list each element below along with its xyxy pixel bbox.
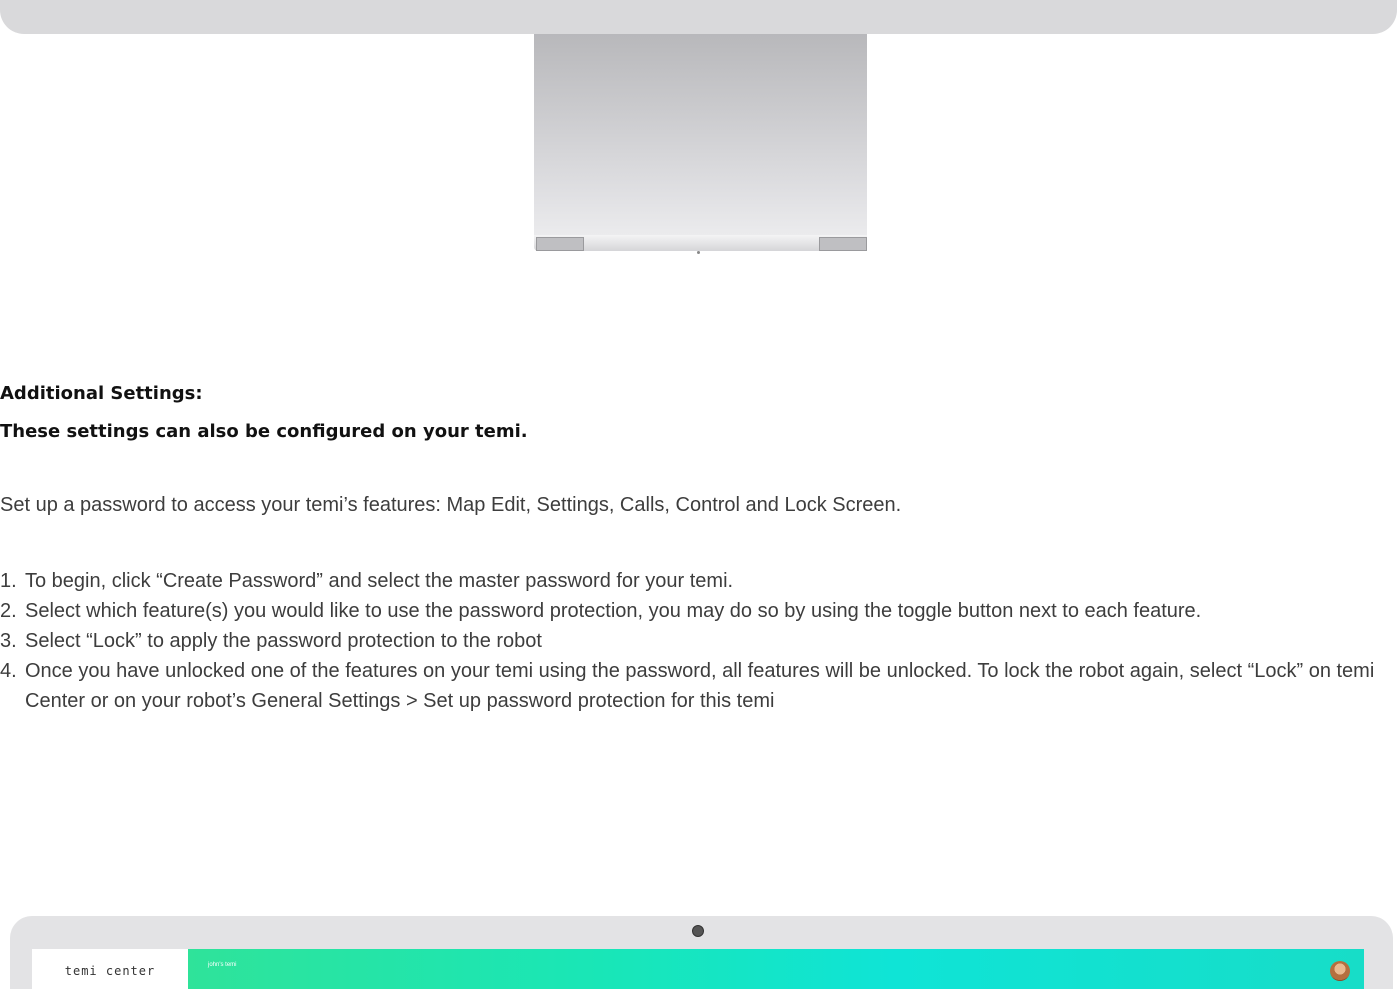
temi-center-header-bar: john's temi — [188, 949, 1364, 989]
monitor-top-illustration — [0, 0, 1397, 34]
step-number: 3. — [0, 630, 17, 652]
step-item: 2. Select which feature(s) you would lik… — [0, 596, 1397, 626]
step-number: 2. — [0, 600, 17, 622]
step-number: 4. — [0, 660, 17, 682]
step-item: 1. To begin, click “Create Password” and… — [0, 566, 1397, 596]
step-text: Once you have unlocked one of the featur… — [25, 660, 1375, 712]
intro-paragraph: Set up a password to access your temi’s … — [0, 494, 902, 516]
monitor-stand-neck — [534, 34, 867, 235]
page: Additional Settings: These settings can … — [0, 0, 1397, 989]
webcam-icon — [692, 925, 704, 937]
step-item: 3. Select “Lock” to apply the password p… — [0, 626, 1397, 656]
temi-center-screen: temi center john's temi — [32, 949, 1364, 989]
steps-list: 1. To begin, click “Create Password” and… — [0, 566, 1397, 716]
temi-center-logo: temi center — [32, 949, 188, 989]
section-subheading: These settings can also be configured on… — [0, 421, 528, 442]
monitor-stand-foot-left — [536, 237, 584, 251]
monitor-stand-foot-right — [819, 237, 867, 251]
user-avatar-icon[interactable] — [1330, 961, 1350, 981]
monitor-stand-dot — [697, 251, 700, 254]
step-text: To begin, click “Create Password” and se… — [25, 570, 734, 592]
step-number: 1. — [0, 570, 17, 592]
step-item: 4. Once you have unlocked one of the fea… — [0, 656, 1397, 716]
robot-name-label: john's temi — [208, 962, 237, 968]
step-text: Select which feature(s) you would like t… — [25, 600, 1202, 622]
step-text: Select “Lock” to apply the password prot… — [25, 630, 542, 652]
section-heading: Additional Settings: — [0, 383, 203, 404]
